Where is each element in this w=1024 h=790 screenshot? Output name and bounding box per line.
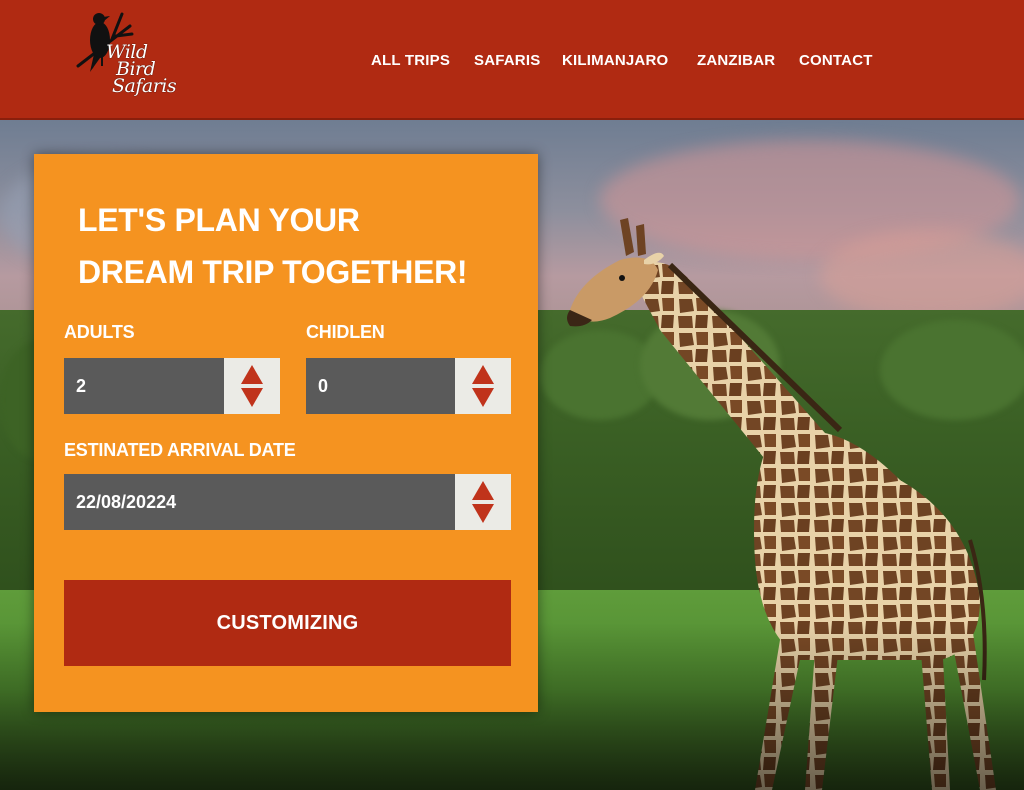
up-down-arrows-icon: [241, 365, 263, 407]
adults-spinner-button[interactable]: [224, 358, 280, 414]
site-header: Wild Bird Safaris ALL TRIPS SAFARIS KILI…: [0, 0, 1024, 120]
adults-value[interactable]: 2: [64, 358, 224, 414]
site-logo[interactable]: Wild Bird Safaris: [72, 6, 182, 112]
arrival-date-label: ESTINATED ARRIVAL DATE: [64, 440, 296, 460]
arrival-date-field[interactable]: 22/08/20224: [64, 474, 511, 530]
arrival-date-spinner-button[interactable]: [455, 474, 511, 530]
children-spinner-button[interactable]: [455, 358, 511, 414]
logo-wordmark: Wild Bird Safaris: [106, 43, 177, 97]
adults-label: ADULTS: [64, 322, 135, 342]
nav-all-trips[interactable]: ALL TRIPS: [371, 52, 450, 69]
children-label: CHIDLEN: [306, 322, 385, 342]
adults-stepper[interactable]: 2: [64, 358, 280, 414]
arrival-date-value[interactable]: 22/08/20224: [64, 474, 455, 530]
planner-title-line2: DREAM TRIP TOGETHER!: [78, 254, 468, 290]
logo-line-safaris: Safaris: [112, 75, 177, 97]
children-stepper[interactable]: 0: [306, 358, 511, 414]
trip-planner-panel: LET'S PLAN YOUR DREAM TRIP TOGETHER! ADU…: [34, 154, 538, 712]
children-value[interactable]: 0: [306, 358, 455, 414]
nav-kilimanjaro[interactable]: KILIMANJARO: [562, 52, 668, 69]
up-down-arrows-icon: [472, 481, 494, 523]
customizing-button[interactable]: CUSTOMIZING: [64, 580, 511, 666]
planner-title-line1: LET'S PLAN YOUR: [78, 202, 360, 238]
planner-title: LET'S PLAN YOUR DREAM TRIP TOGETHER!: [78, 194, 468, 298]
nav-safaris[interactable]: SAFARIS: [474, 52, 540, 69]
nav-zanzibar[interactable]: ZANZIBAR: [697, 52, 775, 69]
up-down-arrows-icon: [472, 365, 494, 407]
nav-contact[interactable]: CONTACT: [799, 52, 873, 69]
